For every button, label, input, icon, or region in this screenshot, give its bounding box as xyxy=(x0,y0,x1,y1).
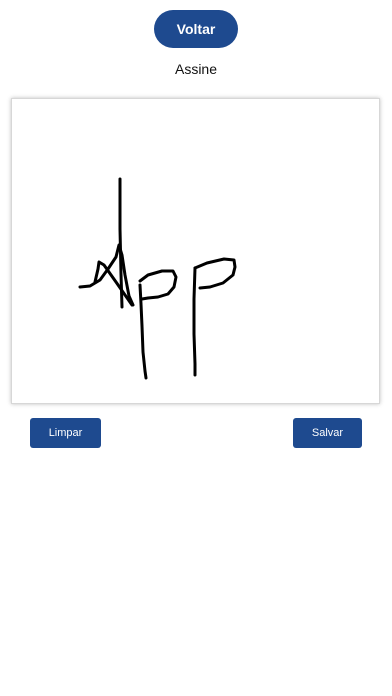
signature-stroke xyxy=(138,269,178,301)
back-button[interactable]: Voltar xyxy=(154,10,238,48)
signature-drawing xyxy=(78,177,237,380)
signature-stroke xyxy=(192,266,197,377)
signature-stroke xyxy=(193,257,237,290)
clear-button[interactable]: Limpar xyxy=(30,418,101,448)
page-title: Assine xyxy=(174,61,218,77)
save-button[interactable]: Salvar xyxy=(293,418,362,448)
signature-screen: Voltar Assine Limpar Salvar xyxy=(0,0,392,696)
signature-pad[interactable] xyxy=(11,98,380,404)
